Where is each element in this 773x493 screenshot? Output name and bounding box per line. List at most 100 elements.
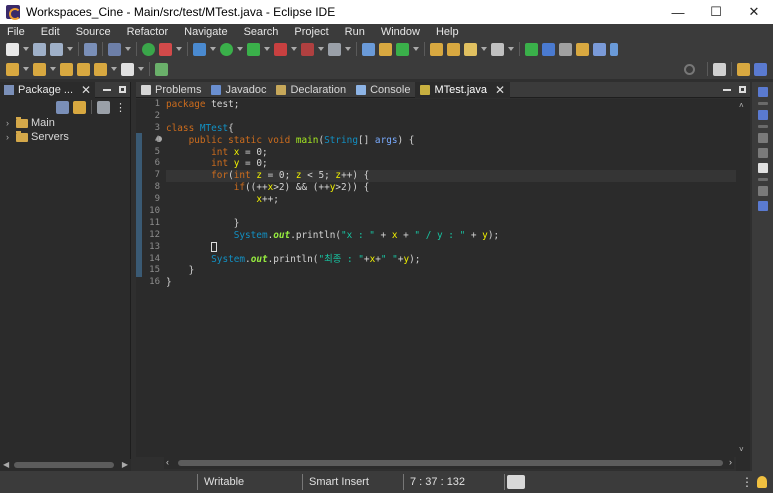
- tab-mtest-java[interactable]: MTest.java ✕: [415, 81, 511, 98]
- menu-project[interactable]: Project: [287, 26, 337, 38]
- publish-dropdown-icon[interactable]: [345, 47, 351, 51]
- quick-access-search-icon[interactable]: [684, 63, 695, 75]
- minimize-view-icon[interactable]: [103, 88, 111, 91]
- pin-editor-icon[interactable]: [155, 62, 168, 76]
- progress-icon[interactable]: [507, 475, 525, 489]
- toggle-block-icon[interactable]: [576, 42, 589, 56]
- menu-refactor[interactable]: Refactor: [120, 26, 178, 38]
- outline-view-icon[interactable]: [757, 87, 768, 97]
- coverage-icon[interactable]: [193, 42, 206, 56]
- next-annotation-icon[interactable]: [6, 62, 19, 76]
- tip-lightbulb-icon[interactable]: [757, 476, 767, 488]
- scroll-thumb[interactable]: [14, 462, 114, 468]
- task-list-icon[interactable]: [757, 110, 768, 120]
- scroll-up-arrow-icon[interactable]: ˄: [739, 101, 744, 110]
- search-icon[interactable]: [464, 42, 477, 56]
- tab-package-explorer[interactable]: Package ... ✕: [0, 81, 96, 98]
- minimize-button[interactable]: —: [659, 0, 697, 24]
- editor-vscrollbar[interactable]: ˄ ˅: [736, 99, 750, 471]
- scroll-down-arrow-icon[interactable]: ˅: [739, 445, 744, 454]
- back-dropdown-icon[interactable]: [111, 67, 117, 71]
- annotations-dropdown-icon[interactable]: [508, 47, 514, 51]
- show-whitespace-icon[interactable]: [593, 42, 606, 56]
- code-editor[interactable]: 1 package test; 2 3 class MTest{ 4 public …: [136, 99, 750, 471]
- menu-help[interactable]: Help: [429, 26, 468, 38]
- scroll-thumb[interactable]: [178, 460, 723, 466]
- editor-hscrollbar[interactable]: ‹ ›: [164, 457, 734, 469]
- java-perspective-icon[interactable]: [754, 62, 767, 76]
- toggle-mark-icon[interactable]: [525, 42, 538, 56]
- new-package-icon[interactable]: [379, 42, 392, 56]
- next-annotation-dropdown-icon[interactable]: [23, 67, 29, 71]
- open-perspective-icon[interactable]: [713, 62, 726, 76]
- open-type-icon[interactable]: [430, 42, 443, 56]
- minimize-editor-icon[interactable]: [723, 88, 731, 91]
- run-dropdown-icon[interactable]: [237, 47, 243, 51]
- menu-navigate[interactable]: Navigate: [177, 26, 236, 38]
- menu-source[interactable]: Source: [69, 26, 120, 38]
- external-tools-dropdown-icon[interactable]: [291, 47, 297, 51]
- bookmarks-icon[interactable]: [757, 133, 768, 143]
- run-icon[interactable]: [220, 42, 233, 56]
- menu-edit[interactable]: Edit: [34, 26, 69, 38]
- toggle-highlight-icon[interactable]: [542, 42, 555, 56]
- tab-console[interactable]: Console: [351, 82, 415, 98]
- toggle-breadcrumb-icon[interactable]: [559, 42, 572, 56]
- new-java-project-icon[interactable]: [362, 42, 375, 56]
- open-task-icon[interactable]: [447, 42, 460, 56]
- more-icon[interactable]: ⋮: [741, 475, 753, 489]
- scroll-right-arrow-icon[interactable]: ›: [729, 457, 732, 467]
- annotations-icon[interactable]: [491, 42, 504, 56]
- tab-declaration[interactable]: Declaration: [271, 82, 351, 98]
- menu-file[interactable]: File: [0, 26, 34, 38]
- publish-icon[interactable]: [328, 42, 341, 56]
- tree-item-servers[interactable]: › Servers: [0, 130, 130, 144]
- paragraph-icon[interactable]: [610, 42, 618, 56]
- close-icon[interactable]: ✕: [81, 83, 91, 97]
- close-button[interactable]: ✕: [735, 0, 773, 24]
- skip-breakpoints-icon[interactable]: [142, 42, 155, 56]
- servers-view-icon[interactable]: [757, 201, 768, 211]
- prev-annotation-icon[interactable]: [33, 62, 46, 76]
- save-icon[interactable]: [33, 42, 46, 56]
- tree-item-main[interactable]: › Main: [0, 116, 130, 130]
- tab-javadoc[interactable]: Javadoc: [206, 82, 271, 98]
- forward-edit-icon[interactable]: [77, 62, 90, 76]
- history-icon[interactable]: [757, 186, 768, 196]
- forward-icon[interactable]: [121, 62, 134, 76]
- forward-dropdown-icon[interactable]: [138, 67, 144, 71]
- scroll-right-arrow-icon[interactable]: ▶: [122, 460, 128, 469]
- chevron-right-icon[interactable]: ›: [6, 118, 16, 128]
- last-edit-icon[interactable]: [60, 62, 73, 76]
- stop-server-icon[interactable]: [301, 42, 314, 56]
- menu-run[interactable]: Run: [338, 26, 374, 38]
- run-last-icon[interactable]: [247, 42, 260, 56]
- scroll-left-arrow-icon[interactable]: ‹: [166, 457, 169, 467]
- debug-dropdown-icon[interactable]: [176, 47, 182, 51]
- run-last-dropdown-icon[interactable]: [264, 47, 270, 51]
- code-content[interactable]: 1 package test; 2 3 class MTest{ 4 public …: [149, 99, 736, 457]
- back-icon[interactable]: [94, 62, 107, 76]
- terminal-dropdown-icon[interactable]: [125, 47, 131, 51]
- link-with-editor-icon[interactable]: [73, 100, 86, 114]
- filters-icon[interactable]: [97, 100, 110, 114]
- tab-problems[interactable]: Problems: [136, 82, 206, 98]
- new-class-dropdown-icon[interactable]: [413, 47, 419, 51]
- chevron-right-icon[interactable]: ›: [6, 132, 16, 142]
- maximize-view-icon[interactable]: [119, 86, 126, 93]
- debug-icon[interactable]: [159, 42, 172, 56]
- scroll-left-arrow-icon[interactable]: ◀: [3, 460, 9, 469]
- menu-search[interactable]: Search: [237, 26, 288, 38]
- server-dropdown-icon[interactable]: [318, 47, 324, 51]
- collapse-all-icon[interactable]: [56, 100, 69, 114]
- save-dropdown-icon[interactable]: [67, 47, 73, 51]
- new-class-icon[interactable]: [396, 42, 409, 56]
- menu-window[interactable]: Window: [374, 26, 429, 38]
- coverage-dropdown-icon[interactable]: [210, 47, 216, 51]
- prev-annotation-dropdown-icon[interactable]: [50, 67, 56, 71]
- terminal-icon[interactable]: [108, 42, 121, 56]
- maximize-editor-icon[interactable]: [739, 86, 746, 93]
- view-menu-icon[interactable]: ⋮: [115, 101, 126, 114]
- java-ee-perspective-icon[interactable]: [737, 62, 750, 76]
- save-all-icon[interactable]: [50, 42, 63, 56]
